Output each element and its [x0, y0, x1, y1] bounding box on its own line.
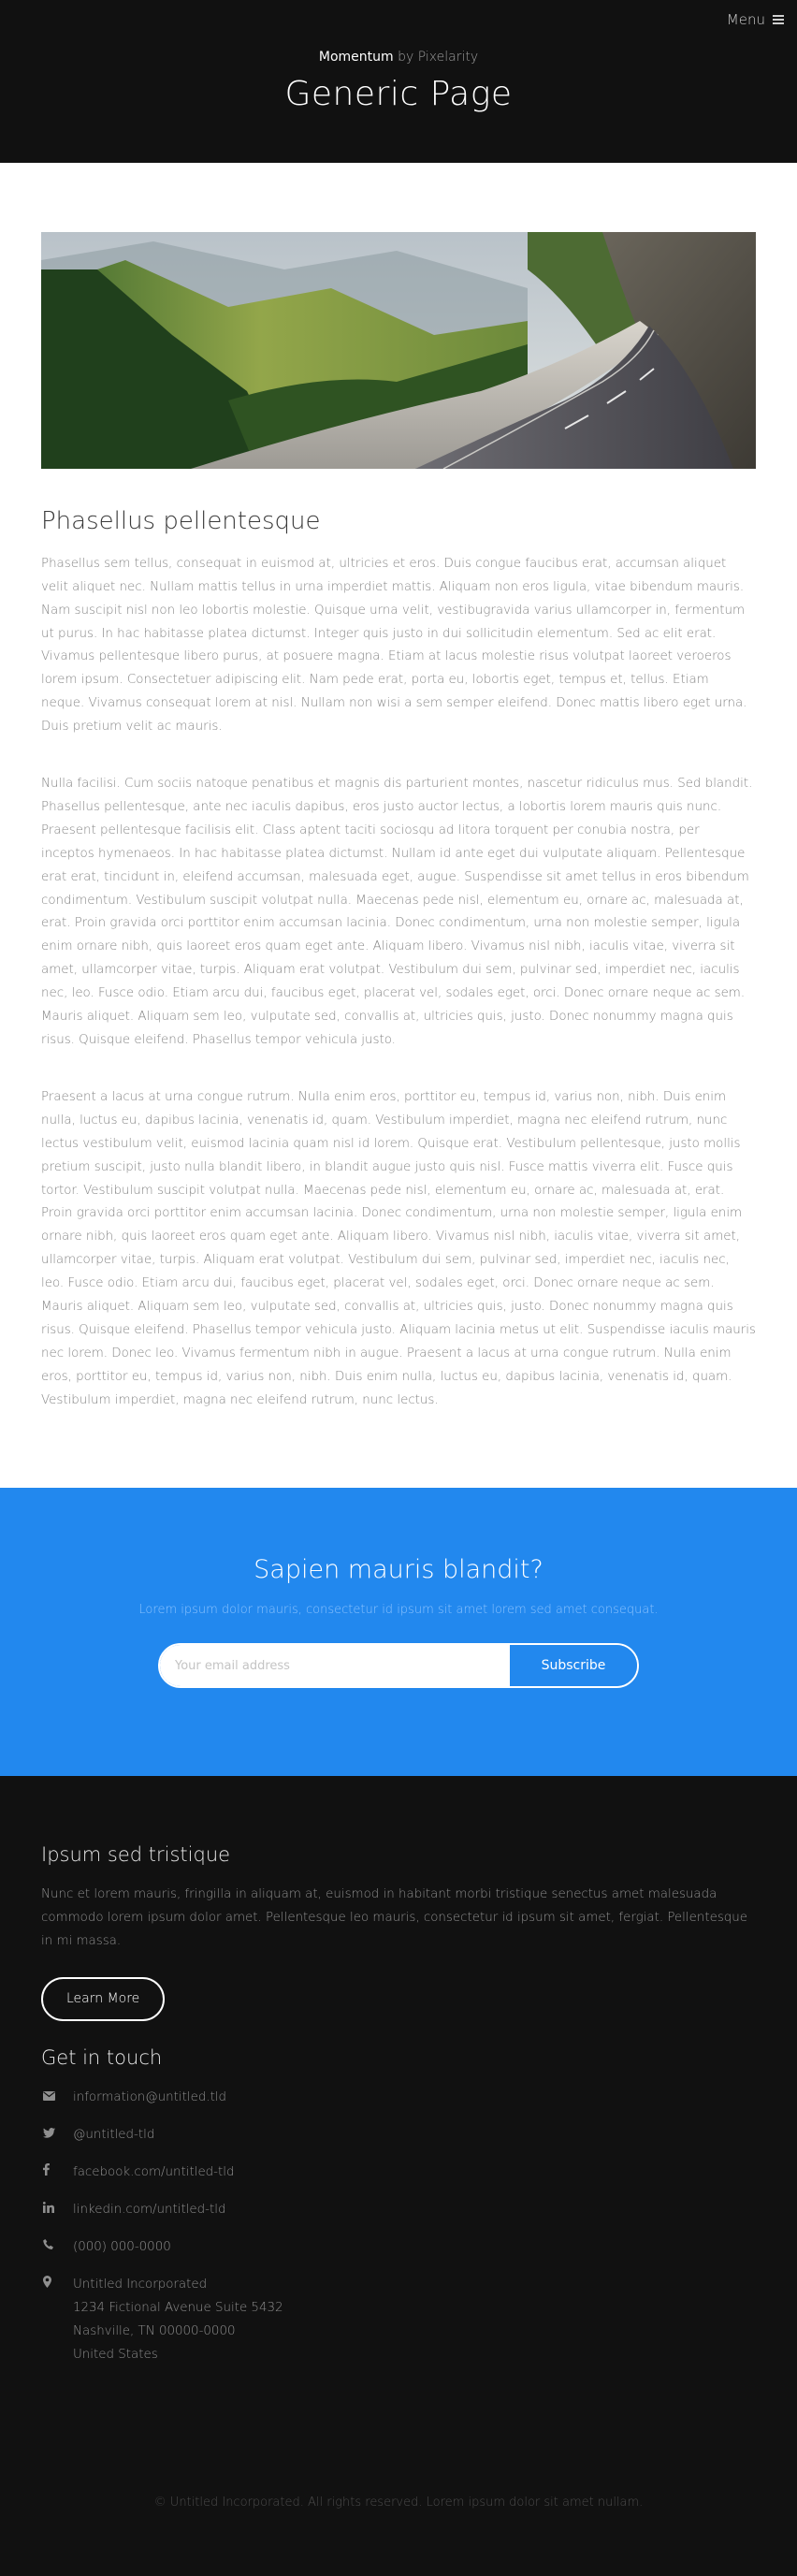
footer-title: Ipsum sed tristique [41, 1843, 231, 1866]
map-marker-icon [41, 2273, 73, 2296]
contact-phone: (000) 000-0000 [73, 2240, 171, 2254]
article-paragraph-3: Praesent a lacus at urna congue rutrum. … [41, 1089, 756, 1407]
menu-label: Menu [726, 11, 765, 28]
facebook-icon [41, 2161, 73, 2184]
brand[interactable]: Momentum by Pixelarity [0, 50, 797, 65]
contact-item-phone: (000) 000-0000 [41, 2235, 756, 2273]
contact-title: Get in touch [41, 2046, 163, 2069]
phone-icon [41, 2235, 73, 2259]
contact-facebook-link[interactable]: facebook.com/untitled-tld [73, 2161, 234, 2184]
article-title: Phasellus pellentesque [41, 507, 321, 535]
subscribe-button[interactable]: Subscribe [510, 1645, 637, 1686]
contact-twitter-link[interactable]: @untitled-tld [73, 2123, 154, 2147]
hero-image [41, 232, 756, 469]
site-footer: Ipsum sed tristique Nunc et lorem mauris… [0, 1776, 797, 2576]
address-line-3: Nashville, TN 00000-0000 [73, 2324, 236, 2338]
footer-text: Nunc et lorem mauris, fringilla in aliqu… [41, 1887, 748, 1948]
contact-item-facebook: facebook.com/untitled-tld [41, 2161, 756, 2198]
contact-address: Untitled Incorporated 1234 Fictional Ave… [73, 2273, 283, 2366]
brand-name: Momentum [318, 50, 394, 65]
linkedin-icon [41, 2198, 73, 2221]
address-line-1: Untitled Incorporated [73, 2278, 208, 2292]
contact-item-address: Untitled Incorporated 1234 Fictional Ave… [41, 2273, 756, 2366]
subscribe-section: Sapien mauris blandit? Lorem ipsum dolor… [0, 1488, 797, 1776]
twitter-icon [41, 2123, 73, 2147]
contact-item-twitter: @untitled-tld [41, 2123, 756, 2161]
contact-item-email: information@untitled.tld [41, 2086, 756, 2123]
learn-more-button[interactable]: Learn More [41, 1977, 166, 2021]
article-paragraph-2: Nulla facilisi. Cum sociis natoque penat… [41, 777, 753, 1048]
copyright: © Untitled Incorporated. All rights rese… [153, 2496, 644, 2510]
address-line-4: United States [73, 2348, 158, 2362]
page-title: Generic Page [284, 75, 513, 113]
contact-email-link[interactable]: information@untitled.tld [73, 2086, 226, 2109]
email-input[interactable] [160, 1645, 510, 1686]
article-paragraph-1: Phasellus sem tellus, consequat in euism… [41, 556, 747, 735]
contact-list: information@untitled.tld @untitled-tld f… [41, 2086, 756, 2366]
menu-button[interactable]: Menu [727, 11, 784, 28]
contact-item-linkedin: linkedin.com/untitled-tld [41, 2198, 756, 2235]
site-header: Menu Momentum by Pixelarity Generic Page [0, 0, 797, 163]
main-content: Phasellus pellentesque Phasellus sem tel… [0, 163, 797, 1488]
subscribe-title: Sapien mauris blandit? [254, 1555, 543, 1584]
brand-by: by Pixelarity [398, 50, 479, 65]
subscribe-form: Subscribe [158, 1643, 639, 1688]
envelope-icon [41, 2086, 73, 2109]
address-line-2: 1234 Fictional Avenue Suite 5432 [73, 2301, 283, 2315]
contact-linkedin-link[interactable]: linkedin.com/untitled-tld [73, 2198, 225, 2221]
subscribe-text: Lorem ipsum dolor mauris, consectetur id… [138, 1603, 659, 1617]
hamburger-icon [773, 15, 784, 24]
